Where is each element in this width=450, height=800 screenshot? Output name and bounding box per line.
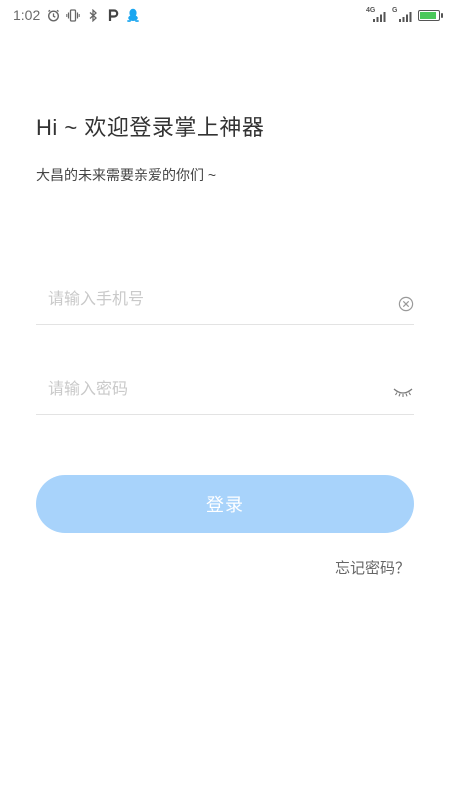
alarm-icon bbox=[46, 8, 60, 22]
login-button[interactable]: 登录 bbox=[36, 475, 414, 533]
status-right: 4G G bbox=[366, 7, 443, 23]
greeting-subtitle: 大昌的未来需要亲爱的你们 ~ bbox=[36, 167, 217, 183]
network-type-label-2: G bbox=[392, 7, 398, 14]
clear-icon[interactable] bbox=[398, 296, 414, 312]
status-time: 1:02 bbox=[13, 7, 41, 23]
signal-g-icon: G bbox=[392, 7, 412, 22]
password-input[interactable] bbox=[48, 370, 368, 410]
password-field bbox=[36, 370, 414, 415]
phone-field bbox=[36, 280, 414, 325]
eye-closed-icon[interactable] bbox=[392, 384, 414, 398]
status-left: 1:02 bbox=[13, 7, 140, 23]
greeting-title: Hi ~ 欢迎登录掌上神器 bbox=[36, 115, 265, 140]
forgot-password-link[interactable]: 忘记密码？ bbox=[335, 557, 410, 578]
battery-icon bbox=[418, 9, 443, 21]
bluetooth-icon bbox=[86, 8, 100, 22]
signal-4g-icon: 4G bbox=[366, 7, 386, 22]
battery-level bbox=[420, 11, 436, 19]
p-app-icon bbox=[106, 8, 120, 22]
vibrate-icon bbox=[66, 8, 80, 22]
phone-input[interactable] bbox=[48, 280, 368, 320]
qq-icon bbox=[126, 8, 140, 22]
status-bar: 1:02 4G G bbox=[0, 0, 450, 30]
